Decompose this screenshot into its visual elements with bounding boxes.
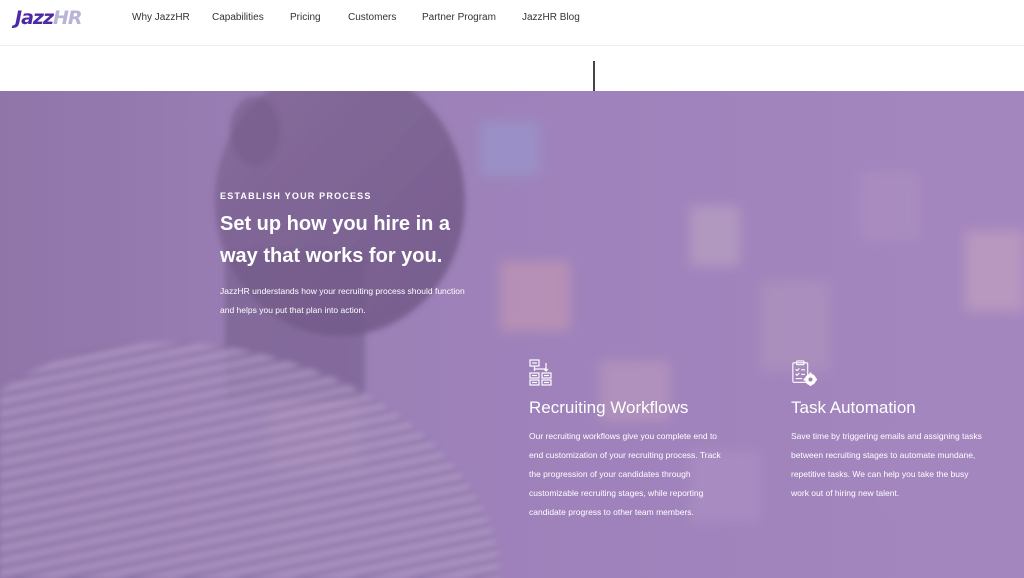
clipboard-gear-icon bbox=[792, 360, 817, 386]
nav-why-jazzhr[interactable]: Why JazzHR bbox=[132, 11, 190, 25]
nav-pricing[interactable]: Pricing bbox=[290, 11, 321, 25]
feature-title: Recruiting Workflows bbox=[529, 398, 689, 417]
logo-hr-text: HR bbox=[53, 7, 83, 29]
top-navigation-bar: Jazz HR Why JazzHR Capabilities Pricing C… bbox=[0, 0, 1024, 46]
purple-overlay bbox=[0, 91, 1024, 578]
feature-description: Save time by triggering emails and assig… bbox=[791, 431, 982, 498]
feature-title: Task Automation bbox=[791, 398, 916, 417]
hero-headline: Set up how you hire in a way that works … bbox=[220, 213, 451, 267]
logo-jazz-text: Jazz bbox=[15, 7, 54, 29]
nav-partner-program[interactable]: Partner Program bbox=[422, 11, 496, 25]
jazzhr-logo[interactable]: Jazz HR bbox=[15, 6, 83, 30]
nav-capabilities[interactable]: Capabilities bbox=[212, 11, 264, 25]
hero-section bbox=[0, 91, 1024, 578]
feature-description: Our recruiting workflows give you comple… bbox=[529, 431, 721, 517]
nav-jazzhr-blog[interactable]: JazzHR Blog bbox=[522, 11, 580, 25]
nav-customers[interactable]: Customers bbox=[348, 11, 396, 25]
hero-intro: JazzHR understands how your recruiting p… bbox=[220, 286, 465, 315]
workflow-icon bbox=[529, 359, 552, 386]
section-eyebrow: ESTABLISH YOUR PROCESS bbox=[220, 191, 372, 201]
